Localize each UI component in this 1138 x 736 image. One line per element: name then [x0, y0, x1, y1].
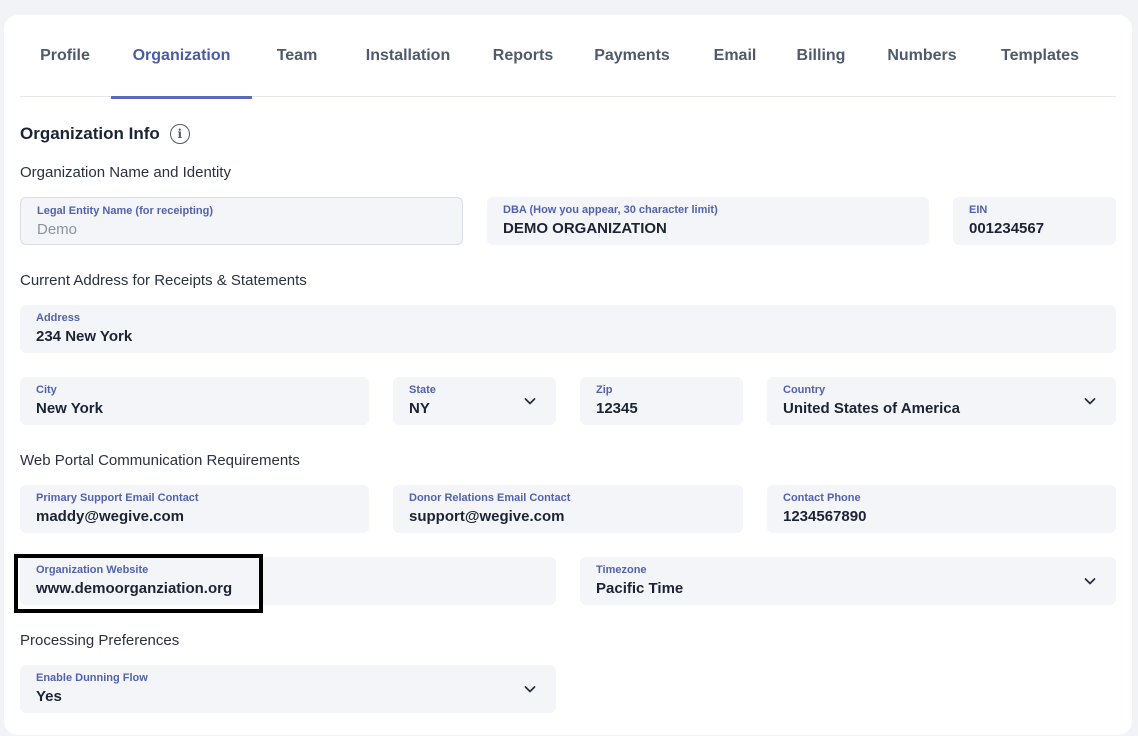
timezone-label: Timezone [596, 564, 647, 576]
website-field[interactable]: Organization Website www.demoorganziatio… [20, 557, 556, 605]
group-portal-heading: Web Portal Communication Requirements [20, 452, 300, 469]
support-email-field[interactable]: Primary Support Email Contact maddy@wegi… [20, 485, 369, 533]
tab-reports[interactable]: Reports [480, 15, 566, 97]
address-field[interactable]: Address 234 New York [20, 305, 1116, 353]
country-select[interactable]: Country United States of America [767, 377, 1116, 425]
chevron-down-icon[interactable] [524, 683, 536, 695]
chevron-down-icon[interactable] [1084, 395, 1096, 407]
tab-installation[interactable]: Installation [352, 15, 464, 97]
legal-entity-name-value: Demo [37, 221, 78, 238]
donor-email-value: support@wegive.com [409, 508, 565, 525]
ein-value: 001234567 [969, 220, 1045, 237]
timezone-select[interactable]: Timezone Pacific Time [580, 557, 1116, 605]
tab-email[interactable]: Email [702, 15, 768, 97]
settings-card: Profile Organization Team Installation R… [4, 15, 1132, 735]
group-address-heading: Current Address for Receipts & Statement… [20, 272, 307, 289]
contact-phone-value: 1234567890 [783, 508, 867, 525]
dunning-flow-value: Yes [36, 688, 62, 705]
dba-label: DBA (How you appear, 30 character limit) [503, 204, 718, 216]
legal-entity-name-field[interactable]: Legal Entity Name (for receipting) Demo [20, 197, 463, 245]
support-email-label: Primary Support Email Contact [36, 492, 199, 504]
dunning-flow-label: Enable Dunning Flow [36, 672, 148, 684]
chevron-down-icon[interactable] [524, 395, 536, 407]
address-label: Address [36, 312, 81, 324]
section-title-text: Organization Info [20, 124, 160, 143]
dba-field[interactable]: DBA (How you appear, 30 character limit)… [487, 197, 929, 245]
group-identity-heading: Organization Name and Identity [20, 164, 231, 181]
state-label: State [409, 384, 436, 396]
state-select[interactable]: State NY [393, 377, 556, 425]
country-value: United States of America [783, 400, 960, 417]
donor-email-label: Donor Relations Email Contact [409, 492, 571, 504]
tab-profile[interactable]: Profile [20, 15, 110, 97]
zip-field[interactable]: Zip 12345 [580, 377, 743, 425]
tab-billing[interactable]: Billing [786, 15, 856, 97]
dba-value: DEMO ORGANIZATION [503, 220, 667, 237]
donor-email-field[interactable]: Donor Relations Email Contact support@we… [393, 485, 743, 533]
country-label: Country [783, 384, 826, 396]
city-field[interactable]: City New York [20, 377, 369, 425]
city-label: City [36, 384, 57, 396]
tab-organization[interactable]: Organization [111, 15, 252, 99]
support-email-value: maddy@wegive.com [36, 508, 185, 525]
contact-phone-label: Contact Phone [783, 492, 861, 504]
settings-tabs: Profile Organization Team Installation R… [20, 15, 1116, 99]
tab-team[interactable]: Team [260, 15, 334, 97]
city-value: New York [36, 400, 103, 417]
state-value: NY [409, 400, 430, 417]
tab-templates[interactable]: Templates [990, 15, 1090, 97]
dunning-flow-select[interactable]: Enable Dunning Flow Yes [20, 665, 556, 713]
zip-label: Zip [596, 384, 613, 396]
address-value: 234 New York [36, 328, 133, 345]
chevron-down-icon[interactable] [1084, 575, 1096, 587]
info-icon[interactable]: i [169, 124, 190, 144]
zip-value: 12345 [596, 400, 638, 417]
contact-phone-field[interactable]: Contact Phone 1234567890 [767, 485, 1116, 533]
website-label: Organization Website [36, 564, 149, 576]
tab-payments[interactable]: Payments [582, 15, 682, 97]
timezone-value: Pacific Time [596, 580, 684, 597]
legal-entity-name-label: Legal Entity Name (for receipting) [37, 205, 214, 217]
ein-label: EIN [969, 204, 988, 216]
ein-field[interactable]: EIN 001234567 [953, 197, 1116, 245]
group-processing-heading: Processing Preferences [20, 632, 180, 649]
tab-numbers[interactable]: Numbers [877, 15, 967, 97]
section-title: Organization Info i [20, 124, 190, 144]
website-value: www.demoorganziation.org [36, 580, 233, 597]
